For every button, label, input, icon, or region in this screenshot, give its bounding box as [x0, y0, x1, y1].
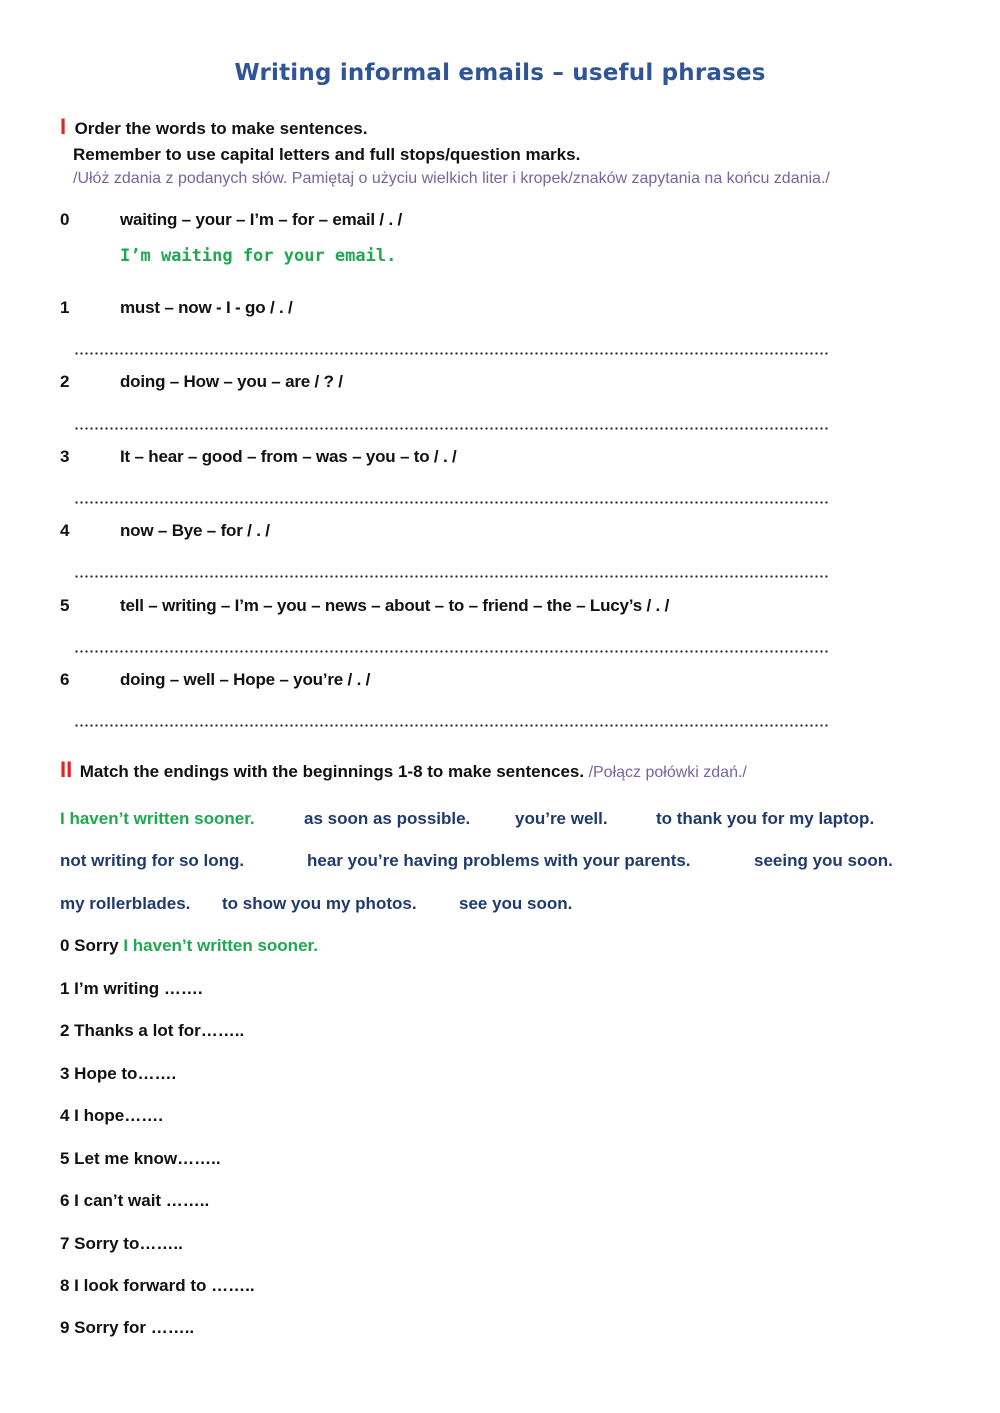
beginning-8[interactable]: 8 I look forward to …….. — [60, 1276, 255, 1296]
ending-option[interactable]: as soon as possible. — [304, 809, 470, 829]
beginning-0-answer: I haven’t written sooner. — [123, 936, 318, 955]
item-2-number: 2 — [60, 372, 70, 391]
section2-instruction: Match the endings with the beginnings 1-… — [79, 762, 585, 781]
item-3-words: It – hear – good – from – was – you – to… — [120, 447, 457, 466]
beginning-4[interactable]: 4 I hope……. — [60, 1106, 163, 1126]
item-4-words: now – Bye – for / . / — [120, 521, 270, 540]
item-1-answer-line[interactable] — [74, 352, 830, 355]
ending-option[interactable]: to thank you for my laptop. — [656, 809, 874, 829]
section1-polish: /Ułóż zdania z podanych słów. Pamiętaj o… — [73, 170, 830, 187]
ending-option[interactable]: not writing for so long. — [60, 851, 244, 871]
beginning-1[interactable]: 1 I’m writing ……. — [60, 979, 203, 999]
beginning-3[interactable]: 3 Hope to……. — [60, 1064, 176, 1084]
item-6-number: 6 — [60, 670, 70, 689]
item-6-answer-line[interactable] — [74, 724, 830, 727]
item-4-answer-line[interactable] — [74, 575, 830, 578]
beginning-9[interactable]: 9 Sorry for …….. — [60, 1318, 194, 1338]
beginning-0-text: 0 Sorry — [60, 936, 119, 955]
section2-number: II — [60, 757, 73, 782]
beginning-2[interactable]: 2 Thanks a lot for…….. — [60, 1021, 244, 1041]
beginning-5[interactable]: 5 Let me know…….. — [60, 1149, 221, 1169]
section1-instruction-2: Remember to use capital letters and full… — [73, 145, 581, 164]
item-0-words: waiting – your – I’m – for – email / . / — [120, 210, 403, 229]
item-2-words: doing – How – you – are / ? / — [120, 372, 343, 391]
ending-option[interactable]: seeing you soon. — [754, 851, 893, 871]
beginning-6[interactable]: 6 I can’t wait …….. — [60, 1191, 209, 1211]
item-5-answer-line[interactable] — [74, 650, 830, 653]
item-5-words: tell – writing – I’m – you – news – abou… — [120, 596, 670, 615]
item-0-answer: I’m waiting for your email. — [120, 246, 397, 266]
section1-instruction-1: Order the words to make sentences. — [74, 119, 368, 138]
section1-header: I Order the words to make sentences. — [60, 114, 367, 140]
page-title: Writing informal emails – useful phrases — [234, 60, 766, 86]
item-5-number: 5 — [60, 596, 70, 615]
item-3-number: 3 — [60, 447, 70, 466]
item-1-words: must – now - I - go / . / — [120, 298, 293, 317]
ending-option[interactable]: hear you’re having problems with your pa… — [307, 851, 691, 871]
item-3-answer-line[interactable] — [74, 501, 830, 504]
section2-header: II Match the endings with the beginnings… — [60, 757, 747, 783]
section2-polish: /Połącz połówki zdań./ — [588, 764, 747, 781]
item-0-number: 0 — [60, 210, 70, 229]
item-1-number: 1 — [60, 298, 70, 317]
item-2-answer-line[interactable] — [74, 427, 830, 430]
ending-option[interactable]: to show you my photos. — [222, 894, 417, 914]
ending-option[interactable]: I haven’t written sooner. — [60, 809, 255, 829]
section1-number: I — [60, 114, 67, 139]
ending-option[interactable]: my rollerblades. — [60, 894, 190, 914]
ending-option[interactable]: see you soon. — [459, 894, 572, 914]
ending-option[interactable]: you’re well. — [515, 809, 608, 829]
item-4-number: 4 — [60, 521, 70, 540]
beginning-7[interactable]: 7 Sorry to…….. — [60, 1234, 183, 1254]
beginning-0: 0 Sorry I haven’t written sooner. — [60, 936, 318, 956]
item-6-words: doing – well – Hope – you’re / . / — [120, 670, 371, 689]
